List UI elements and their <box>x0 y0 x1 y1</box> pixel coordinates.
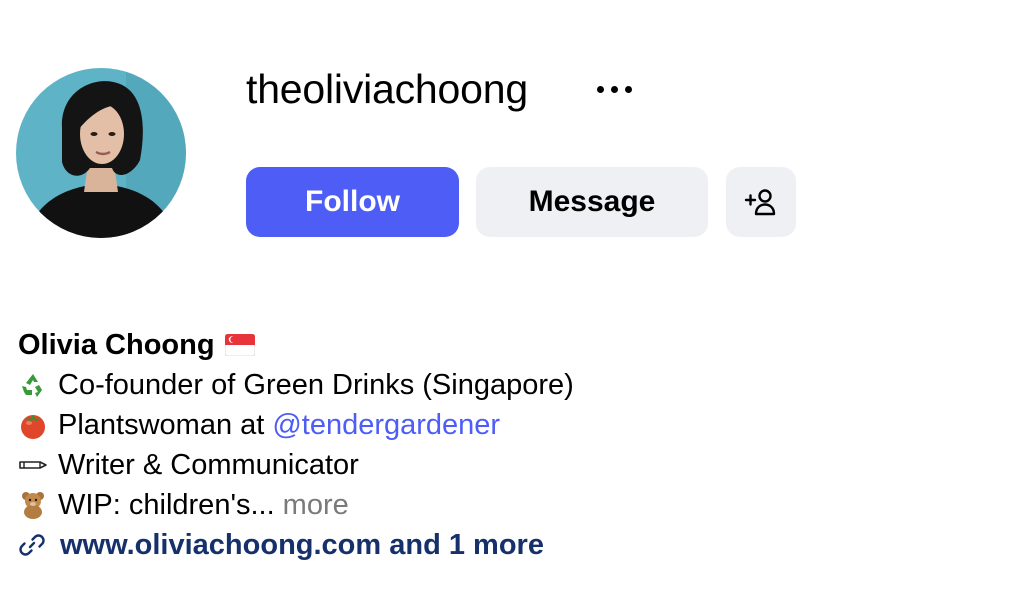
profile-bio: Olivia Choong Co-founder of Green Drinks… <box>18 325 574 565</box>
bio-line: Co-founder of Green Drinks (Singapore) <box>18 365 574 405</box>
recycle-icon <box>18 370 48 400</box>
bio-name-line: Olivia Choong <box>18 325 574 365</box>
bio-line: Writer & Communicator <box>18 445 574 485</box>
bio-text: WIP: children's... <box>58 489 275 521</box>
dot <box>610 85 618 93</box>
add-person-icon <box>744 189 776 216</box>
add-person-button[interactable] <box>726 167 796 237</box>
bio-text: Co-founder of Green Drinks (Singapore) <box>58 369 574 401</box>
dot <box>596 85 604 93</box>
teddy-bear-icon <box>22 492 44 519</box>
follow-button[interactable]: Follow <box>246 167 459 237</box>
pencil-icon <box>19 461 47 469</box>
mention-link[interactable]: @tendergardener <box>272 405 500 445</box>
avatar[interactable] <box>16 68 186 238</box>
bio-line: Plantswoman at @tendergardener <box>18 405 574 445</box>
bio-text: Writer & Communicator <box>58 449 359 481</box>
bio-more-link[interactable]: more <box>283 485 349 525</box>
more-horizontal-icon[interactable] <box>584 70 644 108</box>
link-icon <box>19 534 45 556</box>
profile-username[interactable]: theoliviachoong <box>246 64 528 114</box>
avatar-image <box>16 68 186 238</box>
tomato-icon <box>21 415 45 439</box>
dot <box>624 85 632 93</box>
singapore-flag-icon <box>224 334 255 356</box>
external-link-text: www.oliviachoong.com and 1 more <box>60 529 544 561</box>
display-name: Olivia Choong <box>18 329 215 361</box>
bio-line: WIP: children's... more <box>18 485 574 525</box>
bio-text: Plantswoman at <box>58 409 265 441</box>
message-button[interactable]: Message <box>476 167 708 237</box>
external-link[interactable]: www.oliviachoong.com and 1 more <box>18 525 574 565</box>
profile-page: theoliviachoong Follow Message Olivia Ch… <box>0 0 1032 594</box>
